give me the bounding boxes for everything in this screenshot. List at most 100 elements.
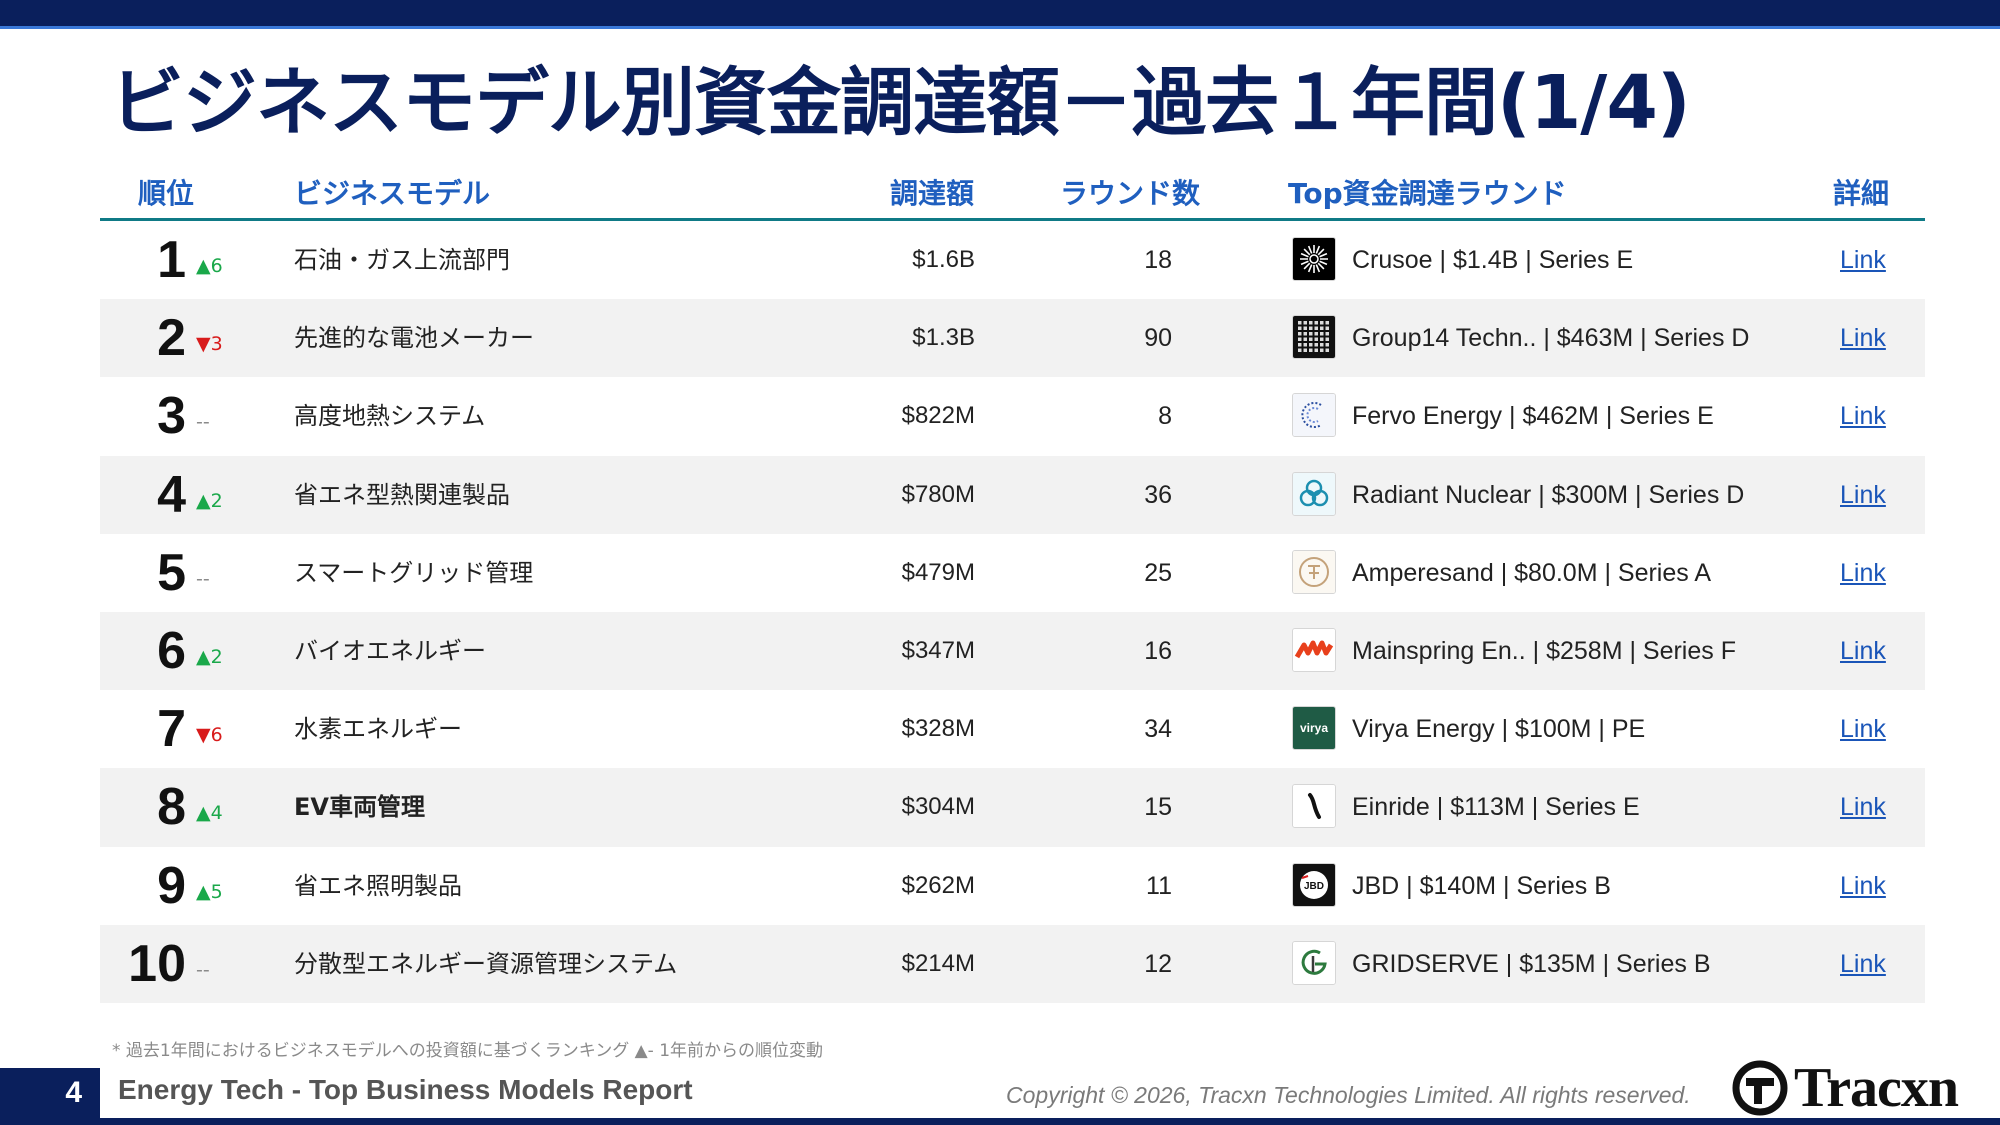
top-round: Mainspring En.. | $258M | Series F: [1352, 636, 1736, 665]
top-round: GRIDSERVE | $135M | Series B: [1352, 949, 1711, 978]
top-round: Crusoe | $1.4B | Series E: [1352, 246, 1634, 274]
rank-change: --: [196, 958, 210, 981]
header-detail: 詳細: [1833, 177, 1890, 210]
table-row: 5 -- スマートグリッド管理 $479M 25 Amperesand | $80.0M …: [100, 534, 1925, 612]
business-model: 石油・ガス上流部門: [294, 246, 510, 274]
round-count: 8: [1158, 402, 1172, 431]
mainspring-logo: [1292, 627, 1336, 672]
gridserve-logo: [1292, 940, 1336, 985]
bottom-banner: [0, 1118, 2000, 1125]
brand-name: Tracxn: [1794, 1057, 1959, 1119]
rank-number: 8: [157, 778, 186, 837]
business-model: 先進的な電池メーカー: [294, 324, 534, 353]
business-model: 高度地熱システム: [294, 402, 486, 431]
copyright-notice: Copyright © 2026, Tracxn Technologies Li…: [1006, 1082, 1691, 1108]
round-count: 11: [1146, 871, 1172, 900]
header-model: ビジネスモデル: [294, 177, 491, 210]
table-row: 4 ▲2 省エネ型熱関連製品 $780M 36 Radiant Nuclear | $30…: [100, 455, 1925, 534]
funding-amount: $328M: [901, 715, 975, 743]
virya-logo-text: virya: [1300, 721, 1328, 735]
top-round: Fervo Energy | $462M | Series E: [1352, 402, 1714, 431]
funding-amount: $214M: [901, 949, 975, 977]
radiant-logo: [1292, 471, 1336, 516]
jbd-logo-text: JBD: [1304, 881, 1324, 892]
virya-logo: virya: [1292, 706, 1336, 751]
business-model: 水素エネルギー: [294, 715, 462, 744]
top-round: Group14 Techn.. | $463M | Series D: [1352, 324, 1750, 353]
round-count: 16: [1144, 636, 1172, 665]
rank-number: 4: [157, 465, 186, 524]
detail-link[interactable]: Link: [1840, 534, 1886, 612]
rank-change: --: [196, 567, 210, 590]
report-title: Energy Tech - Top Business Models Report: [118, 1074, 693, 1105]
fervo-logo: [1292, 393, 1336, 438]
table-row: 7 ▼6 水素エネルギー $328M 34 virya Virya Energy | $10…: [100, 690, 1925, 768]
table-row: 2 ▼3 先進的な電池メーカー $1.3B 90 Group14 Techn.. | $4…: [100, 299, 1925, 378]
business-model: バイオエネルギー: [294, 636, 486, 665]
top-round: Amperesand | $80.0M | Series A: [1352, 558, 1712, 587]
table-row: 1 ▲6 石油・ガス上流部門 $1.6B 18 Crusoe | $1.4B | Seri…: [100, 221, 1925, 299]
top-banner: [0, 0, 2000, 26]
rank-change: ▲2: [196, 645, 223, 668]
funding-amount: $1.6B: [912, 246, 975, 273]
rank-change: --: [196, 411, 210, 434]
crusoe-logo: [1292, 237, 1336, 281]
rank-change: ▲6: [196, 255, 223, 277]
detail-link[interactable]: Link: [1840, 847, 1886, 925]
business-model: 省エネ型熱関連製品: [294, 480, 510, 509]
header-top-round: Top資金調達ラウンド: [1288, 177, 1567, 210]
table-row: 6 ▲2 バイオエネルギー $347M 16 Mainspring En.. | $258…: [100, 611, 1925, 691]
footnote: * 過去1年間におけるビジネスモデルへの投資額に基づくランキング ▲- 1年前か…: [112, 1041, 824, 1061]
tracxn-mark-icon: [1732, 1060, 1788, 1116]
table-header: 順位 ビジネスモデル 調達額 ラウンド数 Top資金調達ラウンド 詳細: [100, 170, 1925, 218]
group14-logo: [1292, 315, 1336, 360]
header-amount: 調達額: [890, 177, 975, 210]
rank-change: ▲2: [196, 489, 223, 512]
detail-link[interactable]: Link: [1840, 768, 1886, 846]
detail-link[interactable]: Link: [1840, 690, 1886, 768]
funding-amount: $780M: [901, 480, 975, 508]
detail-link[interactable]: Link: [1840, 221, 1886, 299]
top-round: Virya Energy | $100M | PE: [1352, 715, 1646, 744]
rank-number: 10: [128, 934, 186, 993]
funding-amount: $479M: [901, 558, 975, 586]
page-number: 4: [0, 1068, 100, 1118]
page-title: ビジネスモデル別資金調達額－過去１年間(1/4): [110, 60, 1691, 146]
rank-number: 3: [157, 387, 186, 446]
detail-link[interactable]: Link: [1840, 612, 1886, 690]
detail-link[interactable]: Link: [1840, 925, 1886, 1003]
funding-amount: $262M: [901, 871, 975, 899]
top-banner-accent: [0, 26, 2000, 29]
round-count: 18: [1144, 246, 1172, 274]
rank-change: ▼6: [196, 724, 223, 747]
top-round: Einride | $113M | Series E: [1352, 793, 1640, 822]
top-round: JBD | $140M | Series B: [1352, 871, 1611, 900]
business-model: EV車両管理: [294, 793, 425, 822]
detail-link[interactable]: Link: [1840, 299, 1886, 377]
tracxn-logo: Tracxn: [1732, 1057, 1959, 1119]
round-count: 25: [1144, 558, 1172, 587]
funding-amount: $347M: [901, 636, 975, 664]
round-count: 90: [1144, 324, 1172, 353]
amperesand-logo: [1292, 549, 1336, 594]
top-round: Radiant Nuclear | $300M | Series D: [1352, 480, 1745, 509]
rank-change: ▼3: [196, 333, 223, 356]
rank-change: ▲4: [196, 802, 223, 825]
table-row: 3 -- 高度地熱システム $822M 8 Fervo Energy | $462M | …: [100, 377, 1925, 455]
rank-number: 2: [157, 309, 186, 368]
detail-link[interactable]: Link: [1840, 377, 1886, 455]
header-rounds: ラウンド数: [1060, 177, 1201, 210]
detail-link[interactable]: Link: [1840, 456, 1886, 534]
funding-amount: $1.3B: [912, 324, 975, 352]
jbd-logo: JBD: [1292, 862, 1336, 907]
ranking-table: 1 ▲6 石油・ガス上流部門 $1.6B 18 Crusoe | $1.4B | Seri…: [100, 221, 1925, 1003]
rank-change: ▲5: [196, 880, 223, 903]
einride-logo: [1292, 784, 1336, 829]
rank-number: 6: [157, 621, 186, 680]
header-rank: 順位: [138, 177, 195, 210]
funding-amount: $822M: [901, 402, 975, 430]
rank-number: 7: [157, 700, 186, 759]
funding-amount: $304M: [901, 793, 975, 821]
business-model: スマートグリッド管理: [294, 558, 534, 587]
rank-number: 1: [157, 231, 186, 289]
